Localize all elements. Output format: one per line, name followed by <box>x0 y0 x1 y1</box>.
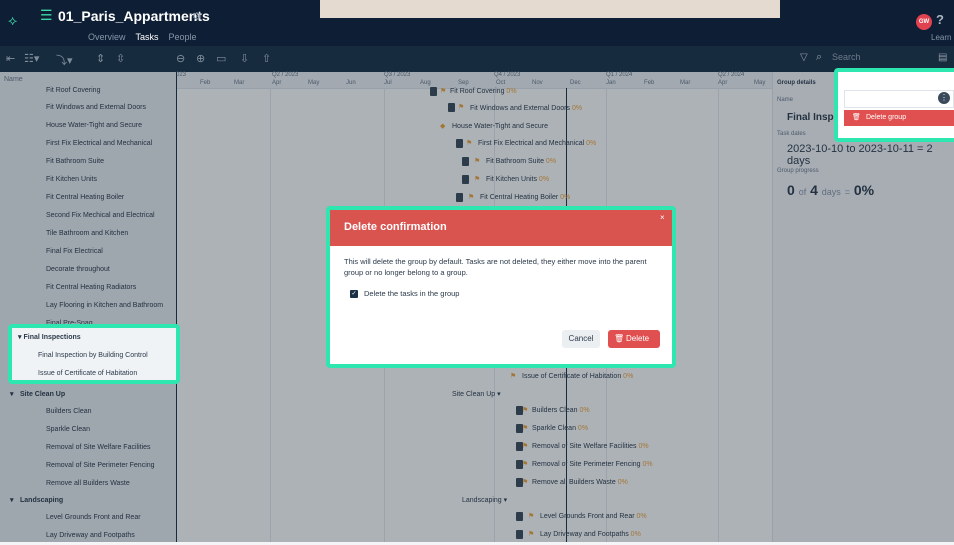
checkbox-label[interactable]: Delete the tasks in the group <box>364 289 459 298</box>
group-final-inspections[interactable]: ▾ Final Inspections <box>18 333 81 341</box>
trash-icon: 🗑 <box>852 114 861 121</box>
delete-confirmation-dialog: Delete confirmation × This will delete t… <box>326 206 676 368</box>
learn-link[interactable]: Learn <box>931 33 951 42</box>
dialog-message: This will delete the group by default. T… <box>344 257 647 277</box>
final-inspections-group[interactable]: ▾ Final Inspections Final Inspection by … <box>8 324 180 384</box>
tab-tasks[interactable]: Tasks <box>136 32 159 42</box>
project-nav: Overview Tasks People <box>88 32 197 42</box>
delete-group-button[interactable]: 🗑 Delete group <box>844 110 954 126</box>
gear-icon[interactable]: ⚙ <box>192 10 202 23</box>
close-icon[interactable]: × <box>660 213 665 222</box>
trash-icon: 🗑 <box>614 334 625 343</box>
list-item[interactable]: Final Inspection by Building Control <box>38 352 148 359</box>
project-title: 01_Paris_Appartments <box>58 8 210 24</box>
tab-people[interactable]: People <box>169 32 197 42</box>
more-options-icon[interactable]: ⋮ <box>938 92 950 104</box>
help-icon[interactable]: ? <box>936 12 944 27</box>
list-item[interactable]: Issue of Certificate of Habitation <box>38 370 137 377</box>
app-logo-icon[interactable]: ⟡ <box>8 12 17 29</box>
menu-icon[interactable]: ☰ <box>40 8 53 22</box>
tab-overview[interactable]: Overview <box>88 32 126 42</box>
delete-button[interactable]: 🗑 Delete <box>608 330 660 348</box>
cancel-button[interactable]: Cancel <box>562 330 600 348</box>
delete-tasks-checkbox[interactable]: ✓ <box>350 290 358 298</box>
avatar[interactable]: GW <box>916 14 932 30</box>
group-actions-menu: ⋮ 🗑 Delete group <box>834 68 954 142</box>
top-banner <box>320 0 780 18</box>
dialog-title: Delete confirmation <box>344 221 447 233</box>
